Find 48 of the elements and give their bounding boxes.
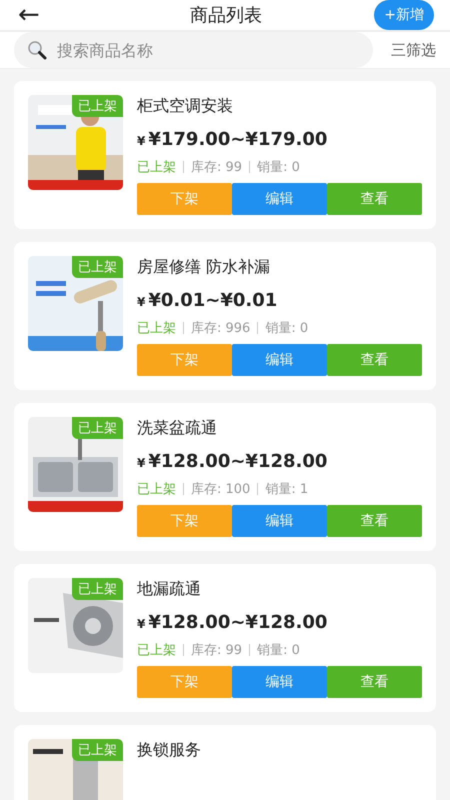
currency-sign: ¥	[137, 456, 146, 470]
search-icon	[27, 40, 47, 60]
status-badge: 已上架	[72, 739, 123, 761]
unlist-button[interactable]: 下架	[137, 344, 232, 376]
product-title: 地漏疏通	[137, 579, 202, 600]
status-badge: 已上架	[72, 256, 123, 278]
currency-sign: ¥	[137, 295, 146, 309]
status-badge: 已上架	[72, 417, 123, 439]
view-button[interactable]: 查看	[327, 666, 422, 698]
edit-button[interactable]: 编辑	[232, 666, 327, 698]
view-button[interactable]: 查看	[327, 344, 422, 376]
currency-sign: ¥	[137, 617, 146, 631]
stock-text: 库存: 99	[191, 159, 242, 176]
unlist-button[interactable]: 下架	[137, 666, 232, 698]
status-text: 已上架	[137, 642, 176, 659]
filter-button[interactable]: 三筛选	[391, 40, 436, 60]
sales-text: 销量: 0	[257, 159, 300, 176]
view-button[interactable]: 查看	[327, 505, 422, 537]
search-field[interactable]: 搜索商品名称	[14, 32, 373, 68]
unlist-button[interactable]: 下架	[137, 505, 232, 537]
status-badge: 已上架	[72, 95, 123, 117]
page-title: 商品列表	[190, 4, 262, 27]
stock-text: 库存: 996	[191, 320, 250, 337]
sales-text: 销量: 0	[265, 320, 308, 337]
product-title: 房屋修缮 防水补漏	[137, 257, 272, 278]
price-range: ¥128.00~¥128.00	[148, 612, 328, 633]
unlist-button[interactable]: 下架	[137, 183, 232, 215]
status-text: 已上架	[137, 320, 176, 337]
status-text: 已上架	[137, 481, 176, 498]
back-button[interactable]: ←	[18, 2, 78, 28]
edit-button[interactable]: 编辑	[232, 505, 327, 537]
price-range: ¥0.01~¥0.01	[148, 290, 278, 311]
stock-text: 库存: 99	[191, 642, 242, 659]
status-badge: 已上架	[72, 578, 123, 600]
add-button[interactable]: +新增	[374, 0, 434, 30]
price-range: ¥179.00~¥179.00	[148, 129, 328, 150]
product-title: 换锁服务	[137, 740, 202, 761]
sales-text: 销量: 1	[265, 481, 308, 498]
product-title: 柜式空调安装	[137, 96, 234, 117]
edit-button[interactable]: 编辑	[232, 183, 327, 215]
view-button[interactable]: 查看	[327, 183, 422, 215]
edit-button[interactable]: 编辑	[232, 344, 327, 376]
currency-sign: ¥	[137, 134, 146, 148]
stock-text: 库存: 100	[191, 481, 250, 498]
price-range: ¥128.00~¥128.00	[148, 451, 328, 472]
status-text: 已上架	[137, 159, 176, 176]
sales-text: 销量: 0	[257, 642, 300, 659]
product-title: 洗菜盆疏通	[137, 418, 218, 439]
